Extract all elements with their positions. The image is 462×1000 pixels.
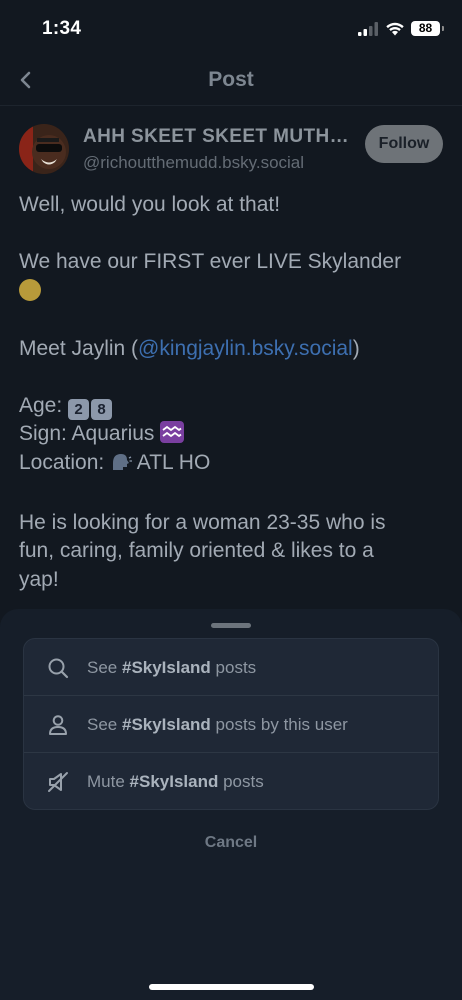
- header: Post: [0, 56, 462, 106]
- location-label: Location:: [19, 450, 105, 474]
- menu-item-see-hashtag-posts-by-user[interactable]: See #SkyIsland posts by this user: [24, 696, 438, 753]
- relieved-face-emoji-icon: [19, 278, 41, 301]
- home-indicator[interactable]: [149, 984, 314, 990]
- post-line: Well, would you look at that!: [19, 193, 281, 216]
- age-label: Age:: [19, 393, 63, 417]
- wifi-icon: [386, 22, 404, 36]
- cellular-signal-icon: [358, 22, 378, 36]
- hashtag-options-menu: See #SkyIsland posts See #SkyIsland post…: [23, 638, 439, 810]
- post-line-text: ): [352, 336, 360, 360]
- post-line: Meet Jaylin (@kingjaylin.bsky.social): [19, 335, 439, 364]
- status-time: 1:34: [42, 18, 82, 39]
- post-body: Well, would you look at that! We have ou…: [19, 191, 439, 594]
- mute-icon: [48, 772, 68, 792]
- post-line-text: Meet Jaylin (: [19, 336, 139, 360]
- avatar[interactable]: [19, 124, 69, 174]
- keycap-digit-icon: 2: [68, 398, 90, 420]
- cancel-button[interactable]: Cancel: [0, 834, 462, 852]
- menu-item-label: Mute #SkyIsland posts: [87, 772, 264, 791]
- follow-button[interactable]: Follow: [365, 125, 443, 163]
- page-title: Post: [208, 68, 254, 91]
- status-bar: 1:34 88: [0, 0, 462, 56]
- sheet-drag-handle[interactable]: [211, 623, 251, 628]
- post-line: yap!: [19, 567, 59, 591]
- post-line: [19, 277, 439, 307]
- author-handle[interactable]: @richoutthemudd.bsky.social: [83, 153, 304, 173]
- post-line: Age: 28: [19, 392, 439, 421]
- search-icon: [48, 658, 69, 679]
- aquarius-emoji-icon: [160, 421, 185, 443]
- person-icon: [49, 715, 67, 735]
- post-line-text: We have our FIRST ever LIVE Skylander: [19, 250, 402, 273]
- speaking-head-emoji-icon: [110, 452, 133, 481]
- keycap-digit-icon: 8: [91, 398, 113, 420]
- post-line: fun, caring, family oriented & likes to …: [19, 539, 374, 562]
- menu-item-label: See #SkyIsland posts by this user: [87, 715, 348, 734]
- post-line: We have our FIRST ever LIVE Skylander: [19, 248, 439, 277]
- author-display-name[interactable]: AHH SKEET SKEET MUTH…: [83, 126, 355, 148]
- post-line: Location: ATL HO: [19, 449, 439, 481]
- battery-icon: 88: [411, 21, 444, 36]
- mention-link[interactable]: @kingjaylin.bsky.social: [138, 337, 353, 360]
- avatar-image: [19, 124, 69, 174]
- location-value: ATL HO: [136, 450, 211, 474]
- menu-item-see-hashtag-posts[interactable]: See #SkyIsland posts: [24, 639, 438, 696]
- menu-item-label: See #SkyIsland posts: [87, 658, 257, 677]
- post-line: Sign: Aquarius: [19, 420, 439, 449]
- sign-text: Sign: Aquarius: [19, 422, 155, 445]
- menu-item-mute-hashtag-posts[interactable]: Mute #SkyIsland posts: [24, 753, 438, 809]
- post-line: He is looking for a woman 23-35 who is: [19, 510, 386, 534]
